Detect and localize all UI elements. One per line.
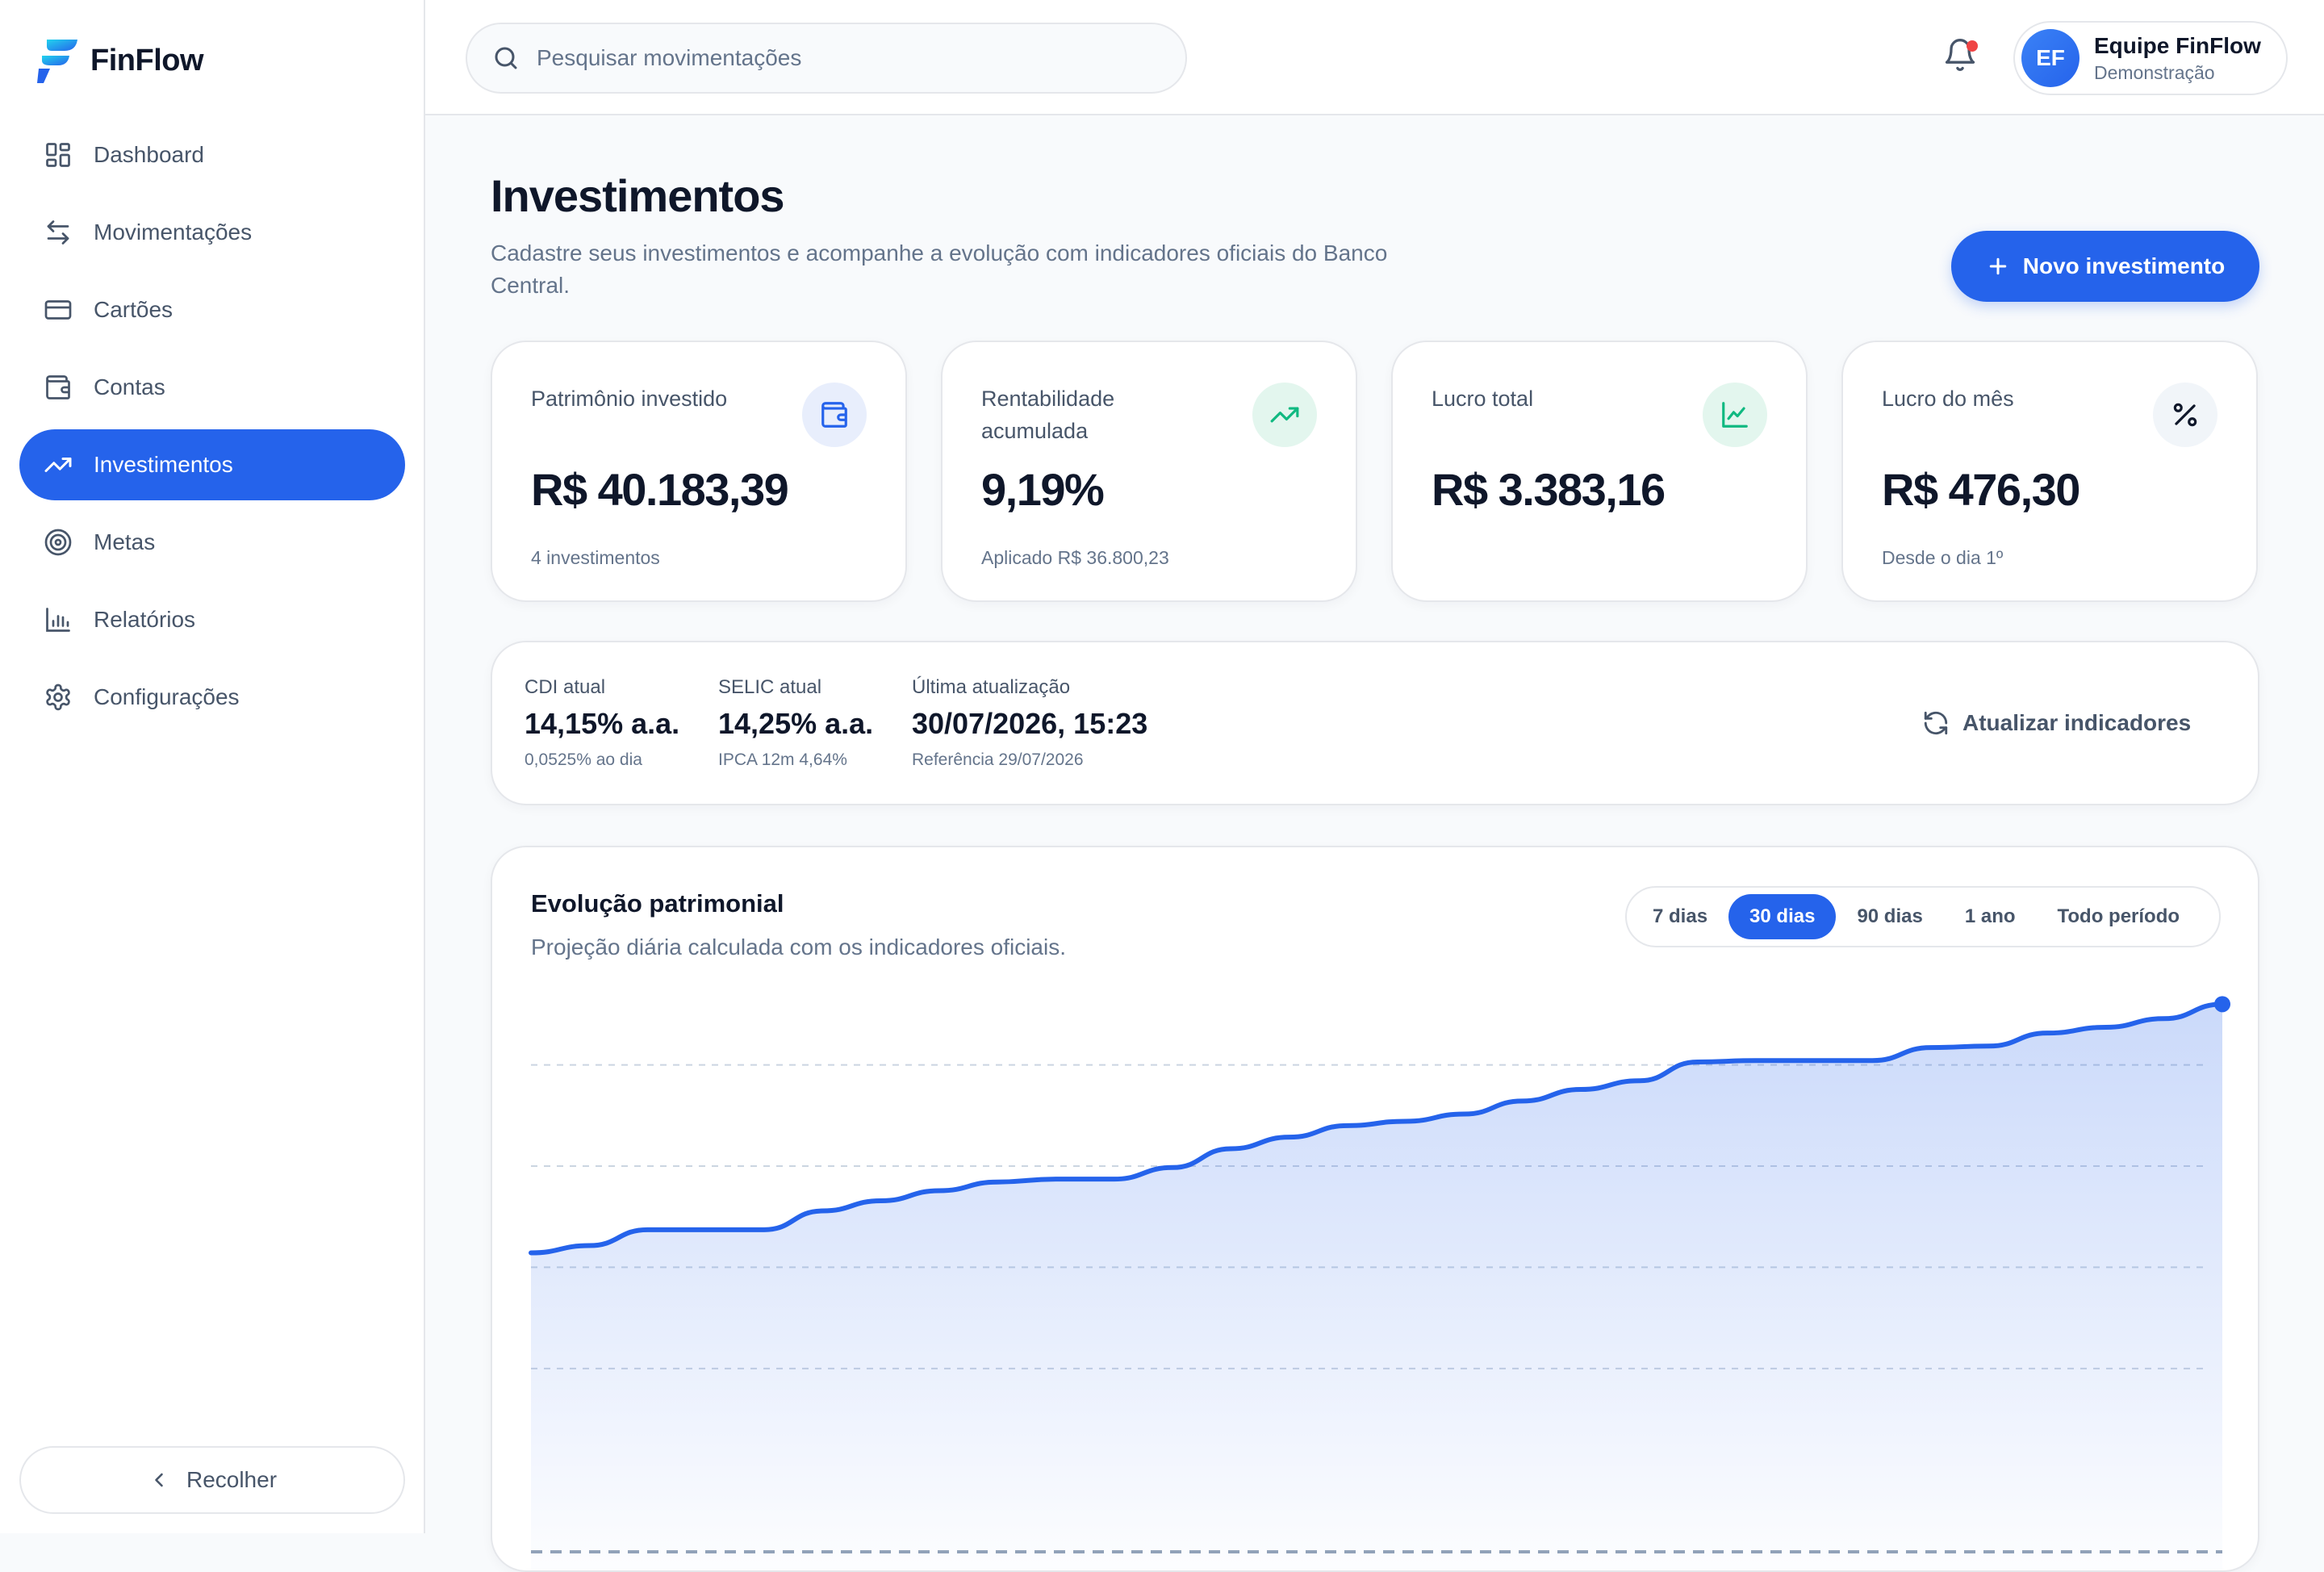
kpi-note: Aplicado R$ 36.800,23: [981, 547, 1169, 568]
sidebar-item-configuracoes[interactable]: Configurações: [19, 662, 405, 733]
indicator-label: CDI atual: [525, 676, 606, 698]
kpi-value: R$ 3.383,16: [1432, 464, 1666, 515]
kpi-value: R$ 476,30: [1882, 464, 2080, 515]
line-chart-icon: [1703, 383, 1767, 447]
top-header: EF Equipe FinFlow Demonstração: [425, 0, 2324, 115]
range-all-time[interactable]: Todo período: [2037, 894, 2201, 939]
wallet-icon: [42, 371, 74, 403]
sidebar-item-label: Cartões: [94, 297, 173, 322]
indicators-panel: CDI atual 14,15% a.a. 0,0525% ao dia SEL…: [491, 641, 2259, 805]
indicator-label: Última atualização: [912, 676, 1071, 698]
new-investment-button[interactable]: Novo investimento: [1951, 231, 2259, 302]
range-7-days[interactable]: 7 dias: [1632, 894, 1728, 939]
indicator-selic: SELIC atual 14,25% a.a. IPCA 12m 4,64%: [718, 676, 873, 770]
collapse-label: Recolher: [186, 1467, 278, 1492]
collapse-sidebar-button[interactable]: Recolher: [19, 1446, 405, 1514]
indicator-value: 30/07/2026, 15:23: [912, 707, 1148, 740]
sidebar-nav: Dashboard Movimentações Cartões Contas I…: [19, 119, 405, 739]
new-investment-label: Novo investimento: [2022, 253, 2226, 278]
refresh-label: Atualizar indicadores: [1962, 710, 2192, 735]
brand-logo[interactable]: FinFlow: [36, 36, 204, 86]
kpi-value: R$ 40.183,39: [531, 464, 789, 515]
percent-icon: [2153, 383, 2217, 447]
kpi-card-lucro-mes: Lucro do mês R$ 476,30 Desde o dia 1º: [1841, 341, 2258, 602]
kpi-note: 4 investimentos: [531, 547, 660, 568]
indicator-value: 14,25% a.a.: [718, 707, 874, 740]
sidebar-item-label: Configurações: [94, 684, 240, 709]
indicator-cdi: CDI atual 14,15% a.a. 0,0525% ao dia: [525, 676, 679, 770]
chart-subtitle: Projeção diária calculada com os indicad…: [531, 934, 1067, 960]
sidebar-item-relatorios[interactable]: Relatórios: [19, 584, 405, 655]
user-menu[interactable]: EF Equipe FinFlow Demonstração: [2013, 21, 2288, 95]
range-selector: 7 dias 30 dias 90 dias 1 ano Todo períod…: [1625, 886, 2221, 947]
indicator-sub: IPCA 12m 4,64%: [718, 750, 847, 769]
notification-badge: [1967, 40, 1978, 52]
kpi-label: Lucro total: [1432, 387, 1534, 411]
sidebar-item-dashboard[interactable]: Dashboard: [19, 119, 405, 190]
user-name: Equipe FinFlow: [2094, 32, 2261, 58]
trending-up-icon: [1252, 383, 1317, 447]
trending-up-icon: [42, 449, 74, 481]
indicator-label: SELIC atual: [718, 676, 822, 698]
chevron-left-icon: [148, 1469, 170, 1491]
search-icon: [491, 44, 520, 73]
user-info: Equipe FinFlow Demonstração: [2094, 33, 2261, 84]
last-point-marker[interactable]: [2214, 996, 2230, 1013]
series-area: [531, 1004, 2222, 1570]
dashboard-icon: [42, 139, 74, 171]
kpi-label: Lucro do mês: [1882, 387, 2014, 411]
plus-icon: [1986, 254, 2010, 278]
kpi-note: Desde o dia 1º: [1882, 547, 2004, 568]
kpi-label: Patrimônio investido: [531, 387, 728, 411]
kpi-label: Rentabilidade acumulada: [981, 387, 1115, 443]
bar-chart-icon: [42, 604, 74, 636]
sidebar-item-label: Dashboard: [94, 142, 204, 167]
transfer-arrows-icon: [42, 216, 74, 249]
target-icon: [42, 526, 74, 558]
page-title: Investimentos: [491, 170, 785, 221]
credit-card-icon: [42, 294, 74, 326]
range-30-days[interactable]: 30 dias: [1728, 894, 1837, 939]
indicator-value: 14,15% a.a.: [525, 707, 680, 740]
user-role: Demonstração: [2094, 61, 2215, 83]
sidebar-item-investimentos[interactable]: Investimentos: [19, 429, 405, 500]
kpi-card-lucro-total: Lucro total R$ 3.383,16: [1391, 341, 1808, 602]
sidebar-item-contas[interactable]: Contas: [19, 352, 405, 423]
sidebar-item-label: Movimentações: [94, 219, 253, 245]
sidebar-item-label: Relatórios: [94, 607, 196, 632]
refresh-indicators-button[interactable]: Atualizar indicadores: [1917, 700, 2196, 746]
indicator-last-update: Última atualização 30/07/2026, 15:23 Ref…: [912, 676, 1147, 770]
refresh-icon: [1922, 709, 1950, 737]
sidebar: FinFlow Dashboard Movimentações Cartões …: [0, 0, 425, 1533]
kpi-value: 9,19%: [981, 464, 1105, 515]
range-1-year[interactable]: 1 ano: [1944, 894, 2037, 939]
search-bar[interactable]: [466, 23, 1187, 94]
sidebar-item-cartoes[interactable]: Cartões: [19, 274, 405, 345]
gear-icon: [42, 681, 74, 713]
sidebar-item-movimentacoes[interactable]: Movimentações: [19, 197, 405, 268]
sidebar-item-label: Contas: [94, 374, 165, 399]
sidebar-item-metas[interactable]: Metas: [19, 507, 405, 578]
notifications-button[interactable]: [1942, 37, 1981, 76]
chart-title: Evolução patrimonial: [531, 889, 784, 918]
avatar: EF: [2021, 29, 2079, 87]
wealth-evolution-card: Evolução patrimonial Projeção diária cal…: [491, 846, 2259, 1572]
kpi-card-patrimonio: Patrimônio investido R$ 40.183,39 4 inve…: [491, 341, 907, 602]
finflow-logo-icon: [37, 40, 77, 83]
search-input[interactable]: [535, 44, 1164, 72]
indicator-sub: Referência 29/07/2026: [912, 750, 1084, 769]
page-subtitle: Cadastre seus investimentos e acompanhe …: [491, 240, 1388, 298]
wallet-icon: [802, 383, 867, 447]
kpi-card-rentabilidade: Rentabilidade acumulada 9,19% Aplicado R…: [941, 341, 1357, 602]
sidebar-item-label: Metas: [94, 529, 156, 554]
range-90-days[interactable]: 90 dias: [1836, 894, 1943, 939]
indicator-sub: 0,0525% ao dia: [525, 750, 642, 769]
sidebar-item-label: Investimentos: [94, 452, 233, 477]
brand-name: FinFlow: [90, 43, 204, 77]
